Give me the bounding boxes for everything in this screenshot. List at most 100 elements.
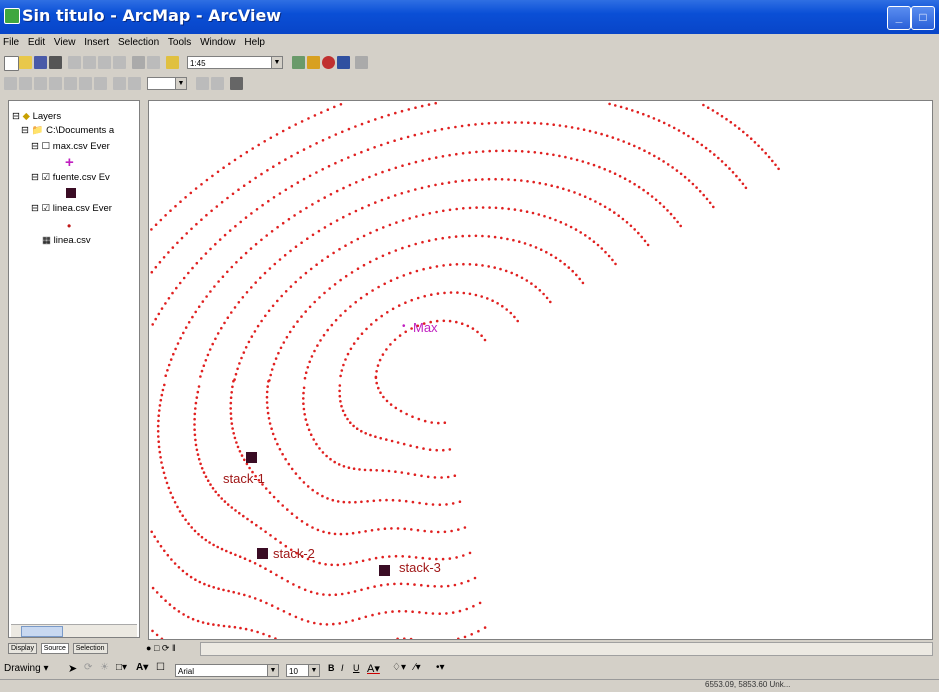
marker-color-icon[interactable]: •▾: [436, 662, 445, 673]
menu-tools[interactable]: Tools: [165, 36, 194, 49]
go-back-icon[interactable]: [113, 77, 126, 90]
zoom-whole-page-icon[interactable]: [49, 77, 62, 90]
contour-dot: [371, 613, 374, 617]
expand-icon[interactable]: ⊟: [31, 172, 39, 183]
chevron-down-icon[interactable]: ▼: [271, 57, 282, 68]
save-icon[interactable]: [34, 56, 47, 69]
contour-dot: [416, 528, 420, 532]
maximize-button[interactable]: □: [911, 6, 935, 30]
contour-dot: [618, 174, 622, 178]
pause-icon[interactable]: ‖: [172, 643, 176, 653]
contour-dot: [512, 238, 515, 242]
data-view-icon[interactable]: ●: [146, 643, 151, 653]
change-layout-icon[interactable]: [230, 77, 243, 90]
toc-scroll-thumb[interactable]: [21, 626, 63, 637]
go-forward-icon[interactable]: [128, 77, 141, 90]
data-frame-item[interactable]: ⊟ 📁 C:\Documents a: [21, 125, 114, 136]
contour-dot: [229, 551, 233, 555]
tab-selection[interactable]: Selection: [72, 643, 108, 654]
tab-display[interactable]: Display: [8, 643, 37, 654]
zoom-in-page-icon[interactable]: [4, 77, 17, 90]
contour-dot: [397, 610, 401, 613]
toggle-draft-icon[interactable]: [196, 77, 209, 90]
menu-insert[interactable]: Insert: [81, 36, 112, 49]
bold-button[interactable]: B: [328, 663, 335, 673]
open-icon[interactable]: [19, 56, 32, 69]
text-tool-icon[interactable]: A▾: [136, 662, 148, 673]
layer-checkbox[interactable]: ☑: [42, 172, 51, 183]
layer-checkbox[interactable]: ☐: [42, 141, 51, 152]
layer-item-max[interactable]: ⊟ ☐ max.csv Ever: [31, 141, 110, 152]
layout-zoom-combo[interactable]: ▼: [147, 77, 187, 90]
map-horizontal-scrollbar[interactable]: [200, 642, 933, 656]
layout-view-icon[interactable]: □: [154, 643, 159, 653]
print-icon[interactable]: [49, 56, 62, 69]
line-color-icon[interactable]: ∕▾: [414, 662, 421, 673]
contour-dot: [389, 403, 393, 406]
font-color-icon[interactable]: A▾: [367, 662, 380, 675]
menu-view[interactable]: View: [51, 36, 79, 49]
toc-scrollbar[interactable]: [11, 624, 137, 637]
edit-vertices-icon[interactable]: ☐: [156, 662, 165, 673]
focus-data-frame-icon[interactable]: [211, 77, 224, 90]
undo-icon[interactable]: [132, 56, 145, 69]
pan-page-icon[interactable]: [34, 77, 47, 90]
menu-help[interactable]: Help: [241, 36, 268, 49]
contour-dot: [306, 237, 309, 240]
minimize-button[interactable]: _: [887, 6, 911, 30]
expand-icon[interactable]: ⊟: [31, 203, 39, 214]
contour-dot: [201, 300, 205, 303]
chevron-down-icon[interactable]: ▼: [175, 78, 186, 89]
underline-button[interactable]: U: [353, 663, 360, 673]
rectangle-icon[interactable]: □▾: [116, 662, 127, 673]
zoom-to-selected-icon[interactable]: ☀: [100, 662, 109, 673]
fixed-zoom-out-icon[interactable]: [94, 77, 107, 90]
contour-dot: [716, 112, 719, 115]
new-icon[interactable]: [4, 56, 19, 71]
fixed-zoom-in-icon[interactable]: [79, 77, 92, 90]
menu-file[interactable]: File: [0, 36, 22, 49]
contour-dot: [369, 231, 372, 235]
toolbox-icon[interactable]: [322, 56, 335, 69]
chevron-down-icon[interactable]: ▼: [308, 665, 319, 676]
layers-root[interactable]: ⊟ ◆ Layers: [12, 111, 61, 122]
editor-icon[interactable]: [292, 56, 305, 69]
drawing-menu[interactable]: Drawing ▾: [4, 663, 49, 674]
delete-icon[interactable]: [113, 56, 126, 69]
rotate-icon[interactable]: ⟳: [84, 662, 92, 673]
redo-icon[interactable]: [147, 56, 160, 69]
map-scale-combo[interactable]: 1:45 ▼: [187, 56, 283, 69]
layer-item-fuente[interactable]: ⊟ ☑ fuente.csv Ev: [31, 172, 110, 183]
font-name-combo[interactable]: Arial ▼: [175, 664, 279, 677]
collapse-icon[interactable]: ⊟: [21, 125, 29, 136]
expand-icon[interactable]: ⊟: [31, 141, 39, 152]
contour-dot: [777, 167, 780, 171]
zoom-100-icon[interactable]: [64, 77, 77, 90]
tab-source[interactable]: Source: [40, 643, 69, 654]
menu-window[interactable]: Window: [197, 36, 239, 49]
command-line-icon[interactable]: [337, 56, 350, 69]
layer-checkbox[interactable]: ☑: [42, 203, 51, 214]
font-size-combo[interactable]: 10 ▼: [286, 664, 320, 677]
zoom-out-page-icon[interactable]: [19, 77, 32, 90]
add-data-icon[interactable]: [166, 56, 179, 69]
catalog-icon[interactable]: [307, 56, 320, 69]
contour-dot: [520, 121, 524, 124]
italic-button[interactable]: I: [341, 663, 344, 673]
contour-dot: [441, 557, 445, 561]
copy-icon[interactable]: [83, 56, 96, 69]
chevron-down-icon[interactable]: ▼: [267, 665, 278, 676]
menu-edit[interactable]: Edit: [25, 36, 48, 49]
table-item[interactable]: ▦ linea.csv: [42, 235, 91, 246]
layer-item-linea[interactable]: ⊟ ☑ linea.csv Ever: [31, 203, 112, 214]
paste-icon[interactable]: [98, 56, 111, 69]
refresh-icon[interactable]: ⟳: [162, 643, 170, 653]
map-view[interactable]: • Max stack-1 stack-2 stack-3: [148, 100, 933, 640]
whats-this-icon[interactable]: [355, 56, 368, 69]
select-elements-icon[interactable]: ➤: [68, 662, 77, 675]
fill-color-icon[interactable]: ♢▾: [392, 662, 406, 673]
menu-selection[interactable]: Selection: [115, 36, 162, 49]
cut-icon[interactable]: [68, 56, 81, 69]
contour-dot: [340, 159, 344, 162]
collapse-icon[interactable]: ⊟: [12, 111, 20, 122]
